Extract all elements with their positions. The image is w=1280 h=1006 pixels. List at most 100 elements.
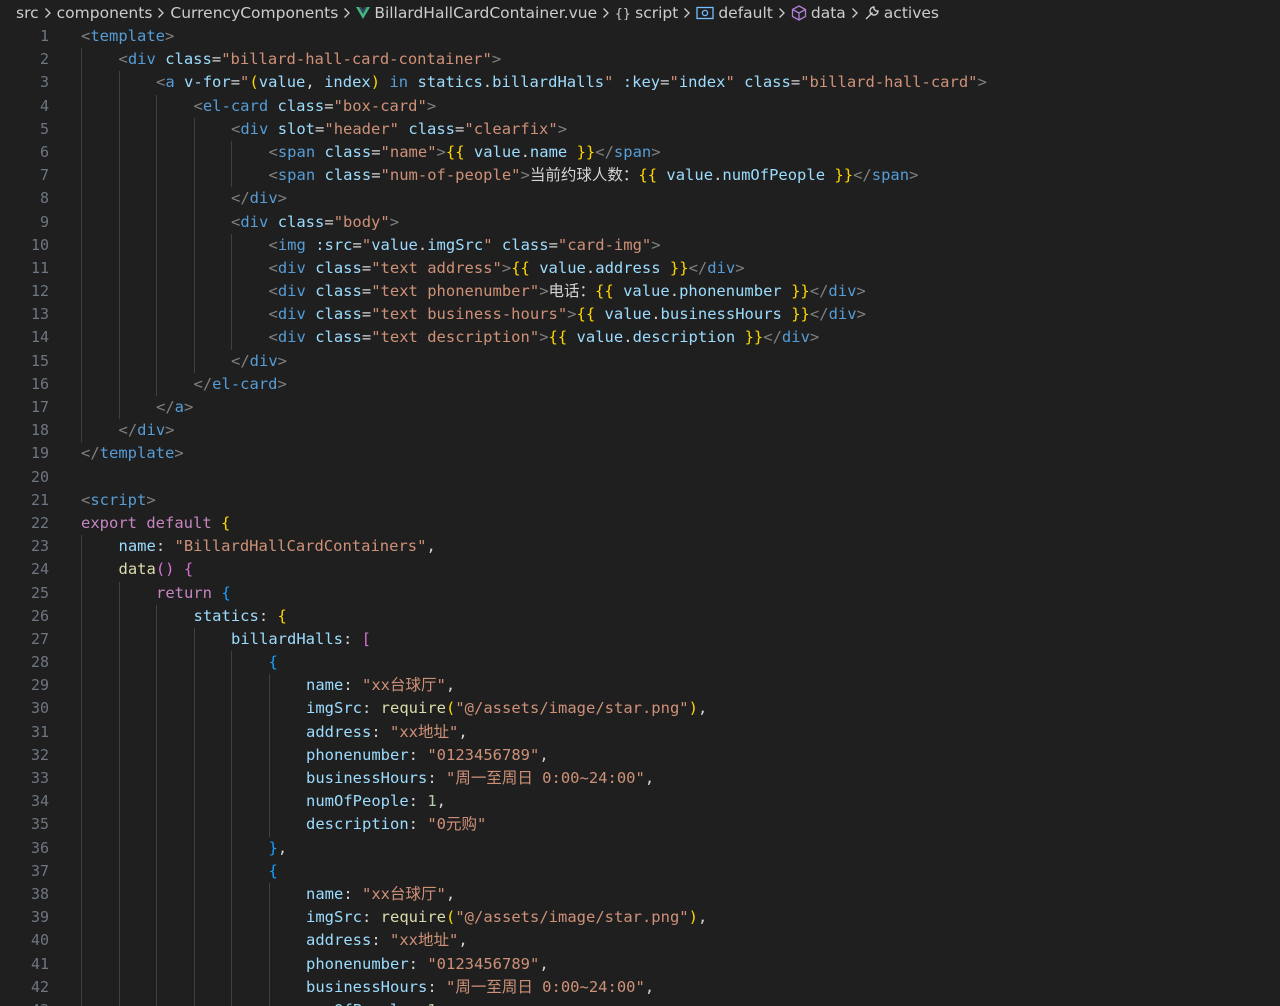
code-line[interactable]: 27 billardHalls: [ [0, 627, 1280, 652]
breadcrumb-item[interactable]: src [16, 4, 39, 22]
breadcrumb-item[interactable]: data [791, 4, 846, 22]
indent-guide [156, 790, 157, 814]
code-text: </div> [231, 350, 287, 373]
line-number: 12 [30, 282, 49, 301]
code-token: . [623, 328, 633, 347]
code-line[interactable]: 36}, [0, 836, 1280, 860]
code-line[interactable]: 37 { [0, 859, 1280, 883]
code-token: "周一至周日 0:00~24:00" [446, 769, 645, 787]
indent-guide [81, 952, 82, 976]
code-text: <div class="body"> [231, 211, 399, 234]
code-token: = [361, 305, 372, 324]
code-token: div [249, 351, 278, 370]
indent-guide [193, 233, 195, 257]
code-line[interactable]: 24 data() { [0, 558, 1280, 582]
indent-guide [156, 164, 157, 188]
code-line[interactable]: 4 <el-card class="box-card"> [0, 94, 1280, 118]
code-line[interactable]: 39 imgSrc: require("@/assets/image/star.p… [0, 906, 1280, 930]
indent-guide [231, 975, 232, 999]
indent-guide [118, 210, 120, 234]
code-line[interactable]: 35 description: "0元购" [0, 813, 1280, 837]
indent-guide [156, 233, 157, 257]
code-line[interactable]: 38 name: "xx台球厅", [0, 882, 1280, 907]
code-token: require [380, 908, 446, 927]
indent-guide [156, 674, 157, 698]
code-line[interactable]: 6 <span class="name">{{ value.name }}</sp… [0, 140, 1280, 165]
code-area[interactable]: 1 <template> 2 <div class="billard-hall-car… [0, 25, 1280, 1006]
code-line[interactable]: 13 <div class="text business-hours">{{ va… [0, 303, 1280, 327]
code-line[interactable]: 2 <div class="billard-hall-card-container… [0, 48, 1280, 72]
code-line[interactable]: 17 </a> [0, 396, 1280, 420]
code-token: div [277, 258, 306, 277]
code-line[interactable]: 30 imgSrc: require("@/assets/image/star.p… [0, 697, 1280, 721]
code-line[interactable]: 26 statics: { [0, 604, 1280, 628]
code-line[interactable]: 40 address: "xx地址", [0, 929, 1280, 953]
code-line[interactable]: 19 </template> [0, 442, 1280, 465]
code-token: , [644, 769, 655, 787]
indent-guide [193, 998, 195, 1006]
code-token: = [352, 235, 362, 254]
code-token: }} [791, 305, 810, 324]
code-line[interactable]: 25 return { [0, 581, 1280, 605]
cube-icon [791, 4, 807, 21]
code-line[interactable]: 20 [0, 466, 1280, 489]
code-token: value [604, 305, 652, 324]
breadcrumb-item[interactable]: CurrencyComponents [170, 4, 338, 22]
code-token: class [277, 212, 325, 231]
code-line[interactable]: 33 businessHours: "周一至周日 0:00~24:00", [0, 767, 1280, 791]
code-line[interactable]: 15 </div> [0, 349, 1280, 373]
breadcrumb-item[interactable]: {} script [615, 4, 678, 22]
code-line[interactable]: 28 { [0, 651, 1280, 675]
breadcrumb-item[interactable]: default [696, 4, 773, 22]
code-line[interactable]: 9 <div class="body"> [0, 210, 1280, 234]
code-line[interactable]: 42 businessHours: "周一至周日 0:00~24:00", [0, 975, 1280, 999]
indent-guide [156, 743, 157, 767]
breadcrumb-item[interactable]: BillardHallCardContainer.vue [356, 4, 597, 22]
code-line[interactable]: 31 address: "xx地址", [0, 720, 1280, 744]
code-token: {{ [638, 166, 658, 185]
indent-guide [156, 140, 157, 165]
code-editor[interactable]: src components CurrencyComponents BillardHa… [0, 0, 1280, 1006]
line-number: 20 [30, 467, 49, 486]
code-line[interactable]: 41 phonenumber: "0123456789", [0, 952, 1280, 976]
code-line[interactable]: 11 <div class="text address">{{ value.add… [0, 256, 1280, 281]
code-line[interactable]: 10 <img :src="value.imgSrc" class="card-i… [0, 233, 1280, 257]
code-token: div [127, 50, 156, 69]
code-line[interactable]: 23 name: "BillardHallCardContainers", [0, 535, 1280, 559]
code-line[interactable]: 32 phonenumber: "0123456789", [0, 743, 1280, 767]
code-line[interactable]: 43 numOfPeople: 1, [0, 998, 1280, 1006]
indent-guide [81, 581, 82, 605]
breadcrumb-item[interactable]: actives [864, 4, 939, 22]
code-line[interactable]: 5 <div slot="header" class="clearfix"> [0, 117, 1280, 141]
code-token: el-card [212, 374, 278, 393]
code-token: class [315, 258, 362, 277]
code-token: , [445, 884, 456, 903]
code-token: imgSrc [306, 908, 362, 927]
code-token: statics [417, 73, 483, 92]
breadcrumb-item[interactable]: components [57, 4, 153, 22]
code-line[interactable]: 7 <span class="num-of-people">当前约球人数：{{ v… [0, 164, 1280, 188]
code-line[interactable]: 12 <div class="text phonenumber">电话：{{ va… [0, 280, 1280, 304]
code-line[interactable]: 21 <script> [0, 489, 1280, 512]
code-line[interactable]: 1 <template> [0, 25, 1280, 48]
indent-guide [231, 326, 232, 350]
code-line[interactable]: 34 numOfPeople: 1, [0, 790, 1280, 814]
code-line[interactable]: 18 </div> [0, 419, 1280, 443]
code-line[interactable]: 8 </div> [0, 187, 1280, 211]
indent-guide [118, 256, 120, 281]
line-number: 37 [30, 861, 49, 880]
code-token: statics [193, 606, 259, 625]
code-token: "text description" [371, 328, 540, 347]
code-line[interactable]: 22 export default { [0, 512, 1280, 535]
code-line[interactable]: 16 </el-card> [0, 372, 1280, 396]
code-token: , [539, 745, 549, 764]
code-token: data [118, 560, 156, 579]
code-token: > [389, 212, 400, 231]
code-line[interactable]: 3 <a v-for="(value, index) in statics.bil… [0, 71, 1280, 95]
indent-guide [231, 906, 232, 930]
code-line[interactable]: 29 name: "xx台球厅", [0, 674, 1280, 698]
code-line[interactable]: 14 <div class="text description">{{ value… [0, 326, 1280, 350]
code-token: , [445, 676, 456, 695]
code-token: description [306, 815, 409, 834]
